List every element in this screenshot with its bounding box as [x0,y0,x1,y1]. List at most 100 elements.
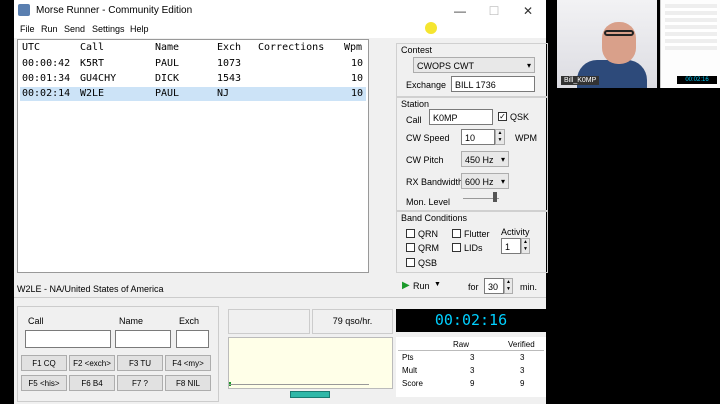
qso-log-list[interactable]: UTC Call Name Exch Corrections Wpm 00:00… [17,39,369,273]
min-label: min. [520,282,538,292]
col-call[interactable]: Call [80,42,104,53]
table-row[interactable]: 00:00:42 K5RT PAUL 1073 10 [20,57,366,71]
entry-panel: Call Name Exch F1 CQ F2 <exch> F3 TU F4 … [17,306,219,402]
flutter-checkbox[interactable] [452,229,461,238]
menu-help[interactable]: Help [130,24,149,34]
minimize-button[interactable]: — [446,2,474,20]
activity-spinner[interactable]: ▲ ▼ [521,238,530,254]
signal-panel [228,337,393,389]
for-label: for [468,282,479,292]
pts-raw: 3 [470,353,475,362]
table-row-selected[interactable]: 00:02:14 W2LE PAUL NJ 10 [20,87,366,101]
maximize-button[interactable]: ☐ [480,2,508,20]
f8-nil-button[interactable]: F8 NIL [165,375,211,391]
col-name[interactable]: Name [155,42,179,53]
score-verified: 9 [520,379,525,388]
qrm-checkbox[interactable] [406,243,415,252]
menu-send[interactable]: Send [64,24,85,34]
activity-input[interactable]: 1 [501,238,521,254]
webcam-name-tag: Bill_K0MP [561,76,600,85]
signal-baseline [229,384,369,385]
f4-my-button[interactable]: F4 <my> [165,355,211,371]
table-row[interactable]: 00:01:34 GU4CHY DICK 1543 10 [20,72,366,86]
chevron-down-icon: ▾ [500,155,505,164]
thumbnail-window: 00:02:16 [660,0,720,88]
mon-level-label: Mon. Level [406,197,451,207]
score-table: Raw Verified Pts 3 3 Mult 3 3 Score 9 9 [396,337,546,397]
mult-verified: 3 [520,366,525,375]
cell-wpm: 10 [351,88,364,99]
thumbnail-clock: 00:02:16 [677,76,717,84]
call-label: Call [28,316,44,326]
pts-label: Pts [402,353,414,362]
cell-call: K5RT [80,58,105,69]
menu-file[interactable]: File [20,24,35,34]
f3-tu-button[interactable]: F3 TU [117,355,163,371]
cell-exch: 1543 [217,73,242,84]
exch-label: Exch [179,316,200,326]
station-label: Station [401,99,430,109]
run-minutes-spinner[interactable]: ▲ ▼ [504,278,513,294]
morse-runner-window: Morse Runner - Community Edition — ☐ ✕ F… [14,0,548,404]
station-call-label: Call [406,115,422,125]
title-bar: Morse Runner - Community Edition — ☐ ✕ [14,0,546,22]
lids-checkbox[interactable] [452,243,461,252]
qsk-label: QSK [510,112,530,122]
qrn-label: QRN [418,229,438,239]
cell-wpm: 10 [351,58,364,69]
exch-input[interactable] [176,330,209,348]
mon-level-slider[interactable] [493,192,497,202]
cell-name: PAUL [155,88,180,99]
band-conditions-group: Band Conditions QRN QRM QSB Flutter LIDs… [396,211,548,273]
activity-label: Activity [501,227,530,237]
cw-speed-label: CW Speed [406,133,450,143]
score-raw: 9 [470,379,475,388]
qsb-checkbox[interactable] [406,258,415,267]
qsk-checkbox[interactable]: ✓ [498,112,507,121]
score-label: Score [402,379,423,388]
menu-run[interactable]: Run [41,24,58,34]
station-call-input[interactable]: K0MP [429,109,493,125]
chevron-down-icon: ▾ [526,61,531,70]
cell-utc: 00:01:34 [22,73,71,84]
raw-header: Raw [453,340,470,349]
cw-speed-spinner[interactable]: ▲ ▼ [495,129,505,145]
cell-name: PAUL [155,58,180,69]
col-exch[interactable]: Exch [217,42,241,53]
cw-speed-input[interactable]: 10 [461,129,495,145]
person-head [602,22,636,64]
cell-utc: 00:00:42 [22,58,71,69]
run-button[interactable]: ▶ Run ▼ [402,280,442,292]
qrn-checkbox[interactable] [406,229,415,238]
menu-settings[interactable]: Settings [92,24,125,34]
cell-wpm: 10 [351,73,364,84]
name-input[interactable] [115,330,171,348]
f5-his-button[interactable]: F5 <his> [21,375,67,391]
col-utc[interactable]: UTC [22,42,40,53]
f1-cq-button[interactable]: F1 CQ [21,355,67,371]
col-wpm[interactable]: Wpm [344,42,362,53]
cell-call: GU4CHY [80,73,117,84]
f7-question-button[interactable]: F7 ? [117,375,163,391]
play-icon: ▶ [402,280,410,291]
cw-pitch-select[interactable]: 450 Hz ▾ [461,151,509,167]
contest-label: Contest [401,45,433,55]
blank-status-panel [228,309,310,334]
contest-select[interactable]: CWOPS CWT ▾ [413,57,535,73]
rx-bandwidth-value: 600 Hz [465,177,494,187]
verified-header: Verified [508,340,535,349]
f6-b4-button[interactable]: F6 B4 [69,375,115,391]
run-minutes-input[interactable]: 30 [484,278,504,294]
band-slider[interactable] [290,391,330,398]
call-input[interactable] [25,330,111,348]
cursor-highlight [425,22,437,34]
run-label: Run [413,281,430,291]
qrm-label: QRM [418,243,439,253]
chevron-down-icon: ▾ [500,177,505,186]
wpm-label: WPM [515,133,537,143]
col-corrections[interactable]: Corrections [258,42,324,53]
rx-bandwidth-select[interactable]: 600 Hz ▾ [461,173,509,189]
close-button[interactable]: ✕ [514,2,542,20]
f2-exch-button[interactable]: F2 <exch> [69,355,115,371]
exchange-input[interactable]: BILL 1736 [451,76,535,92]
